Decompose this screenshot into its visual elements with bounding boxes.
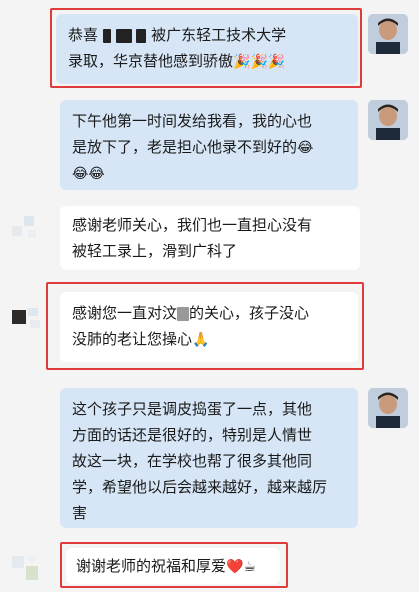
blurred-avatar-icon <box>12 308 40 328</box>
avatar-photo-icon <box>368 100 408 140</box>
message-line: 这个孩子只是调皮捣蛋了一点，其他 <box>72 400 313 418</box>
highlight-box <box>50 8 362 88</box>
message-line: 害 <box>72 504 88 522</box>
laughing-emoji-row: 😂😂 <box>72 166 105 182</box>
avatar[interactable] <box>368 14 408 54</box>
highlight-box <box>46 282 364 370</box>
avatar[interactable] <box>368 388 408 428</box>
avatar-photo-icon <box>368 388 408 428</box>
message-line: 故这一块，在学校也帮了很多其他同 <box>72 452 313 470</box>
message-line: 方面的话还是很好的，特别是人情世 <box>72 426 313 444</box>
blurred-avatar-icon <box>12 216 36 238</box>
avatar[interactable] <box>8 208 44 244</box>
message-line: 感谢老师关心，我们也一直担心没有 <box>72 216 313 234</box>
blurred-avatar-icon <box>12 554 38 580</box>
message-line: 下午他第一时间发给我看，我的心也 <box>72 112 313 130</box>
avatar[interactable] <box>8 298 44 334</box>
message-bubble-2[interactable]: 下午他第一时间发给我看，我的心也 是放下了，老是担心他录不到好的😂 😂😂 <box>60 100 358 190</box>
laughing-emoji: 😂 <box>297 140 314 156</box>
avatar[interactable] <box>368 100 408 140</box>
message-line: 是放下了，老是担心他录不到好的😂 <box>72 138 314 156</box>
message-line: 学，希望他以后会越来越好，越来越厉 <box>72 478 328 496</box>
avatar-photo-icon <box>368 14 408 54</box>
message-line: 被轻工录上，滑到广科了 <box>72 242 238 260</box>
avatar[interactable] <box>8 548 44 584</box>
highlight-box <box>60 542 288 588</box>
message-bubble-5[interactable]: 这个孩子只是调皮捣蛋了一点，其他 方面的话还是很好的，特别是人情世 故这一块，在… <box>60 388 358 528</box>
message-bubble-3[interactable]: 感谢老师关心，我们也一直担心没有 被轻工录上，滑到广科了 <box>60 206 360 270</box>
